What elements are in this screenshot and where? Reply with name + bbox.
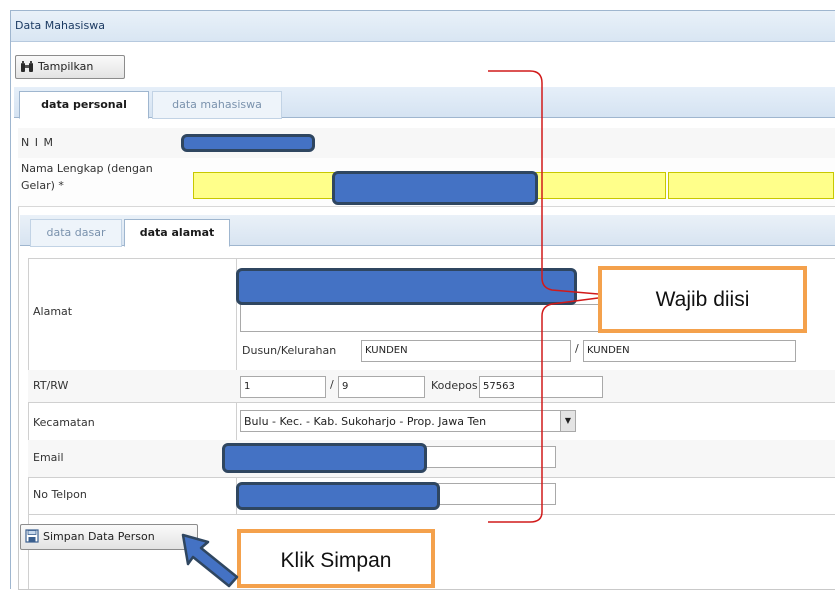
- simpan-data-personal-button[interactable]: Simpan Data Person: [20, 524, 198, 550]
- tab-data-mahasiswa[interactable]: data mahasiswa: [152, 91, 282, 119]
- tab-data-dasar-label: data dasar: [46, 226, 106, 239]
- nama-label-line2: Gelar) *: [21, 179, 64, 192]
- rtrw-label: RT/RW: [33, 379, 69, 392]
- tampilkan-button[interactable]: Tampilkan: [15, 55, 125, 79]
- rtrw-row: RT/RW 1 / 9 Kodepos 57563: [28, 370, 835, 403]
- nim-field-redacted[interactable]: [181, 134, 315, 152]
- simpan-label: Simpan Data Person: [43, 530, 155, 543]
- kodepos-label: Kodepos: [431, 379, 478, 392]
- arrow-icon: [181, 533, 239, 588]
- main-tabstrip: data personal data mahasiswa: [14, 87, 835, 119]
- kecamatan-label: Kecamatan: [33, 416, 95, 429]
- tab-data-dasar[interactable]: data dasar: [30, 219, 122, 247]
- nama-row: Nama Lengkap (dengan Gelar) *: [18, 158, 835, 207]
- nim-label: N I M: [21, 136, 54, 149]
- tab-data-personal-label: data personal: [41, 98, 127, 111]
- kelurahan-input[interactable]: KUNDEN: [583, 340, 796, 362]
- floppy-disk-icon: [25, 529, 39, 543]
- wajib-diisi-callout: Wajib diisi: [598, 266, 807, 333]
- kecamatan-value: Bulu - Kec. - Kab. Sukoharjo - Prop. Jaw…: [244, 415, 487, 428]
- required-bracket: [488, 70, 599, 523]
- email-label: Email: [33, 451, 64, 464]
- klik-simpan-callout: Klik Simpan: [237, 529, 435, 588]
- nim-row: N I M: [18, 128, 835, 159]
- alamat-label: Alamat: [33, 305, 73, 318]
- dusun-label: Dusun/Kelurahan: [242, 344, 337, 357]
- rt-input[interactable]: 1: [240, 376, 326, 398]
- email-field-redacted: [222, 443, 427, 473]
- telpon-field-redacted: [236, 482, 440, 510]
- email-row: Email: [28, 440, 835, 478]
- tab-data-alamat-label: data alamat: [139, 226, 215, 239]
- rtrw-separator: /: [330, 378, 334, 391]
- nama-label-line1: Nama Lengkap (dengan: [21, 162, 153, 175]
- sub-tabstrip: data dasar data alamat: [20, 215, 835, 247]
- tab-data-mahasiswa-label: data mahasiswa: [172, 98, 262, 111]
- tab-data-alamat[interactable]: data alamat: [124, 219, 230, 247]
- tampilkan-label: Tampilkan: [38, 60, 94, 73]
- binoculars-icon: [21, 61, 33, 72]
- panel-titlebar: Data Mahasiswa: [11, 11, 835, 42]
- kecamatan-row: Kecamatan Bulu - Kec. - Kab. Sukoharjo -…: [28, 402, 835, 441]
- nama-field-3[interactable]: [668, 172, 834, 199]
- tab-data-personal[interactable]: data personal: [19, 91, 149, 119]
- panel-title: Data Mahasiswa: [15, 19, 105, 32]
- telpon-label: No Telpon: [33, 488, 87, 501]
- telpon-row: No Telpon: [28, 477, 835, 515]
- rw-input[interactable]: 9: [338, 376, 425, 398]
